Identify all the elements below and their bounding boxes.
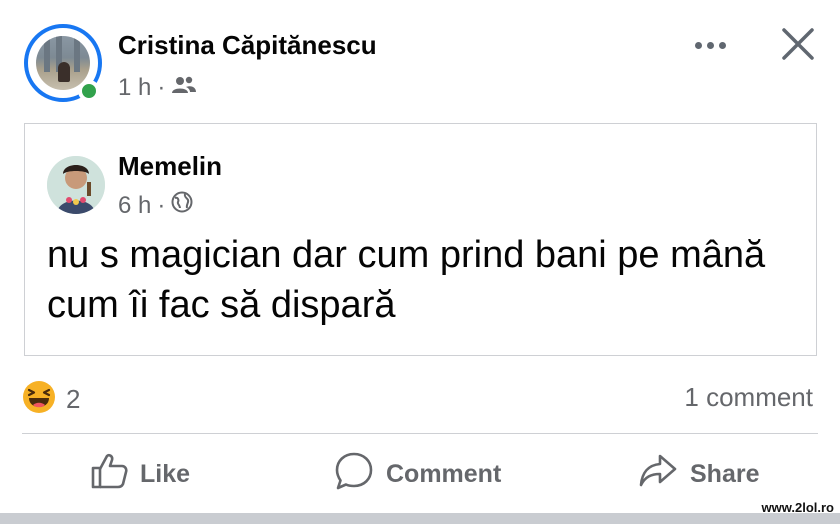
shared-author-avatar[interactable] (47, 156, 105, 214)
close-button[interactable] (778, 24, 818, 64)
comment-count-link[interactable]: 1 comment (684, 382, 813, 413)
like-icon (90, 452, 128, 497)
shared-author-name[interactable]: Memelin (118, 151, 222, 182)
friends-icon (171, 74, 197, 102)
watermark: www.2lol.ro (761, 500, 834, 515)
share-button[interactable]: Share (638, 452, 759, 496)
share-label: Share (690, 459, 760, 488)
like-button[interactable]: Like (90, 452, 190, 496)
like-label: Like (140, 459, 191, 488)
shared-post-time[interactable]: 6 h (118, 192, 151, 220)
dot (706, 41, 714, 49)
divider (22, 433, 818, 434)
comment-button[interactable]: Comment (334, 452, 501, 496)
shared-post-card[interactable]: Memelin 6 h · nu s magician dar cum prin… (24, 123, 817, 356)
dot (718, 41, 726, 49)
online-status-dot (78, 80, 100, 102)
close-icon (782, 28, 814, 60)
more-options-button[interactable] (690, 30, 730, 60)
meta-separator: · (157, 191, 166, 219)
reaction-count: 2 (66, 384, 81, 414)
share-icon (638, 452, 678, 497)
meta-separator: · (157, 74, 166, 101)
bottom-separator-bar (0, 513, 840, 524)
reactions-summary[interactable]: 2 (22, 380, 80, 419)
comment-icon (334, 451, 374, 498)
post-screen: Cristina Căpitănescu 1 h · Memelin 6 h ·… (0, 0, 840, 524)
haha-reaction-icon (22, 380, 56, 419)
dot (694, 41, 702, 49)
post-text: nu s magician dar cum prind bani pe mână… (47, 234, 766, 326)
post-time[interactable]: 1 h (118, 74, 151, 102)
post-meta: 1 h · (118, 74, 197, 102)
author-name[interactable]: Cristina Căpitănescu (118, 30, 377, 61)
globe-icon (171, 191, 193, 220)
comment-label: Comment (386, 459, 502, 488)
shared-post-meta: 6 h · (118, 191, 193, 220)
